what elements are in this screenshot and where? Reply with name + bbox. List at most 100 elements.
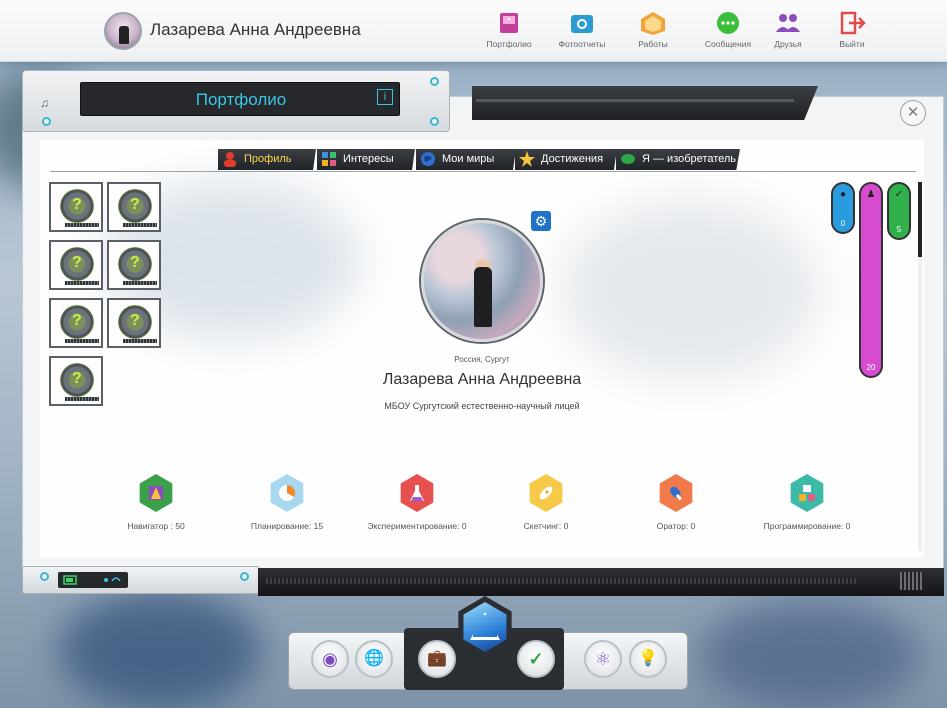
badge-strip xyxy=(123,281,157,285)
rail-grip xyxy=(900,572,924,590)
close-button[interactable]: ✕ xyxy=(900,100,926,126)
avatar[interactable] xyxy=(104,12,142,50)
badge-strip xyxy=(123,223,157,227)
nav-portfolio[interactable]: Портфолио xyxy=(477,10,541,49)
skill-label: Программирование: 0 xyxy=(763,521,851,531)
led-indicator xyxy=(430,77,439,86)
chat-icon xyxy=(713,10,743,36)
counter-experiments[interactable]: ● 0 xyxy=(831,182,855,234)
scrollbar-thumb[interactable] xyxy=(918,182,922,257)
flask-icon: ● xyxy=(839,189,847,200)
blocks-icon xyxy=(790,474,824,512)
badge-strip xyxy=(65,223,99,227)
music-icon: ♫ xyxy=(40,96,49,110)
nav-label: Портфолио xyxy=(486,39,532,49)
content-backdrop xyxy=(560,200,820,380)
skill-label: Экспериментирование: 0 xyxy=(367,521,467,531)
skill-sketching[interactable]: Скетчинг: 0 xyxy=(491,474,601,533)
gear-icon xyxy=(118,247,152,281)
badge-locked[interactable] xyxy=(107,240,161,290)
nav-label: Фотоотчеты xyxy=(558,39,606,49)
badge-locked[interactable] xyxy=(49,298,103,348)
settings-button[interactable]: ⚙ xyxy=(531,211,551,231)
badge-locked[interactable] xyxy=(107,298,161,348)
counter-people[interactable]: ♟ 20 xyxy=(859,182,883,378)
nav-label: Работы xyxy=(638,39,668,49)
led-indicator xyxy=(40,572,49,581)
skill-navigator[interactable]: Навигатор : 50 xyxy=(101,474,211,533)
flask-icon xyxy=(400,474,434,512)
gear-icon xyxy=(118,189,152,223)
nav-friends[interactable]: Друзья xyxy=(756,10,820,49)
gear-icon xyxy=(118,305,152,339)
nav-messages[interactable]: Сообщения xyxy=(696,10,760,49)
tab-achievements[interactable]: Достижения xyxy=(515,149,617,170)
badge-locked[interactable] xyxy=(49,240,103,290)
title-screen: Портфолио i xyxy=(80,82,400,116)
skill-label: Скетчинг: 0 xyxy=(523,521,569,531)
works-icon xyxy=(638,10,668,36)
badge-locked[interactable] xyxy=(49,356,103,406)
navigator-icon xyxy=(139,474,173,512)
portfolio-icon xyxy=(494,10,524,36)
status-screen xyxy=(58,572,128,588)
leaf-icon xyxy=(620,151,636,167)
nav-photo[interactable]: Фотоотчеты xyxy=(550,10,614,49)
grid-icon xyxy=(321,151,337,167)
tab-label: Мои миры xyxy=(442,153,495,165)
tab-label: Интересы xyxy=(343,153,394,165)
rail-groove xyxy=(476,99,794,102)
check-icon[interactable]: ✓ xyxy=(517,640,555,678)
nav-logout[interactable]: Выйти xyxy=(820,10,884,49)
skill-label: Навигатор : 50 xyxy=(127,521,185,531)
skill-programming[interactable]: Программирование: 0 xyxy=(752,474,862,533)
backdrop xyxy=(700,600,920,708)
tab-worlds[interactable]: Мои миры xyxy=(416,149,516,170)
battery-icon xyxy=(63,575,121,585)
tab-profile[interactable]: Профиль xyxy=(218,149,316,170)
profile-icon xyxy=(222,151,238,167)
backdrop xyxy=(60,590,260,708)
header-rail xyxy=(472,86,818,120)
profile-photo xyxy=(421,220,543,342)
info-button[interactable]: i xyxy=(377,89,393,105)
gear-icon xyxy=(60,363,94,397)
rocket-icon xyxy=(529,474,563,512)
counter-value: 5 xyxy=(896,225,902,234)
skill-experimenting[interactable]: Экспериментирование: 0 xyxy=(362,474,472,533)
bottom-rail xyxy=(258,568,944,596)
counter-value: 20 xyxy=(866,363,876,372)
logout-icon xyxy=(837,10,867,36)
gear-icon xyxy=(60,189,94,223)
tab-interests[interactable]: Интересы xyxy=(317,149,415,170)
tab-inventor[interactable]: Я — изобретатель xyxy=(616,149,740,170)
badge-locked[interactable] xyxy=(49,182,103,232)
planet-icon[interactable]: 🌐 xyxy=(355,640,393,678)
counter-value: 0 xyxy=(840,219,846,228)
friends-icon xyxy=(773,10,803,36)
pie-icon xyxy=(270,474,304,512)
skill-label: Планирование: 15 xyxy=(250,521,324,531)
gear-icon xyxy=(60,247,94,281)
skill-orator[interactable]: Оратор: 0 xyxy=(621,474,731,533)
photo-figure xyxy=(474,267,492,327)
tab-label: Я — изобретатель xyxy=(642,153,737,165)
led-indicator xyxy=(42,117,51,126)
star-icon xyxy=(519,151,535,167)
tabs-divider xyxy=(50,171,916,172)
briefcase-icon[interactable]: 💼 xyxy=(418,640,456,678)
nav-works[interactable]: Работы xyxy=(621,10,685,49)
user-name[interactable]: Лазарева Анна Андреевна xyxy=(150,20,361,40)
top-bar: Лазарева Анна Андреевна Портфолио Фотоот… xyxy=(0,0,947,62)
microphone-icon xyxy=(659,474,693,512)
check-icon: ✓ xyxy=(894,189,904,200)
badge-strip xyxy=(65,281,99,285)
tab-label: Достижения xyxy=(541,153,604,165)
skill-planning[interactable]: Планирование: 15 xyxy=(232,474,342,533)
badge-locked[interactable] xyxy=(107,182,161,232)
eye-icon[interactable]: ◉ xyxy=(311,640,349,678)
bulb-icon[interactable]: 💡 xyxy=(629,640,667,678)
atom-icon[interactable]: ⚛ xyxy=(584,640,622,678)
counter-completed[interactable]: ✓ 5 xyxy=(887,182,911,240)
globe-icon xyxy=(420,151,436,167)
